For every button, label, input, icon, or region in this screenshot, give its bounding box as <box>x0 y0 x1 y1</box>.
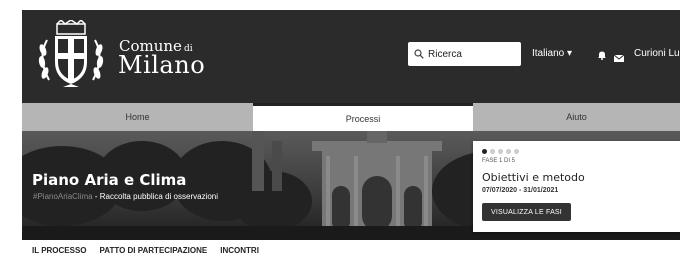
process-subnav: IL PROCESSO PATTO DI PARTECIPAZIONE INCO… <box>32 246 259 255</box>
mail-icon[interactable] <box>613 49 625 67</box>
search-placeholder: Ricerca <box>428 48 462 60</box>
phase-dot <box>490 149 495 154</box>
hero-separator: - <box>94 192 98 201</box>
nav-home[interactable]: Home <box>22 103 253 131</box>
search-input[interactable]: Ricerca <box>408 42 521 66</box>
language-selector[interactable]: Italiano ▾ <box>532 48 572 59</box>
phase-dates: 07/07/2020 - 31/01/2021 <box>482 187 559 194</box>
phase-counter: FASE 1 DI 5 <box>482 158 516 164</box>
chevron-down-icon: ▾ <box>567 48 573 59</box>
hero-subtitle-text: Raccolta pubblica di osservazioni <box>99 192 219 201</box>
phase-dot <box>482 149 487 154</box>
site-header: Comune di Milano Ricerca Italiano ▾ Curio… <box>22 10 680 103</box>
tab-patto-partecipazione[interactable]: PATTO DI PARTECIPAZIONE <box>100 246 208 255</box>
hashtag[interactable]: #PianoAriaClima <box>33 192 93 201</box>
search-icon <box>414 49 424 59</box>
bell-icon[interactable] <box>597 47 607 65</box>
page-title: Piano Aria e Clima <box>32 171 187 189</box>
phase-title: Obiettivi e metodo <box>482 171 585 184</box>
milano-coat-of-arms-icon[interactable] <box>33 18 109 88</box>
nav-processi[interactable]: Processi <box>253 103 473 131</box>
nav-aiuto[interactable]: Aiuto <box>473 103 680 131</box>
tab-il-processo[interactable]: IL PROCESSO <box>32 246 87 255</box>
phase-progress-dots <box>482 149 519 154</box>
brand-milano[interactable]: Milano <box>118 51 205 79</box>
phase-dot <box>514 149 519 154</box>
main-nav: Home Processi Aiuto <box>22 103 680 131</box>
hero-subtitle: #PianoAriaClima - Raccolta pubblica di o… <box>33 192 218 201</box>
phase-dot <box>506 149 511 154</box>
user-menu[interactable]: Curioni Luc <box>634 48 680 59</box>
view-phases-button[interactable]: VISUALIZZA LE FASI <box>482 203 571 221</box>
phase-dot <box>498 149 503 154</box>
phase-card: FASE 1 DI 5 Obiettivi e metodo 07/07/202… <box>473 141 680 232</box>
tab-incontri[interactable]: INCONTRI <box>220 246 259 255</box>
